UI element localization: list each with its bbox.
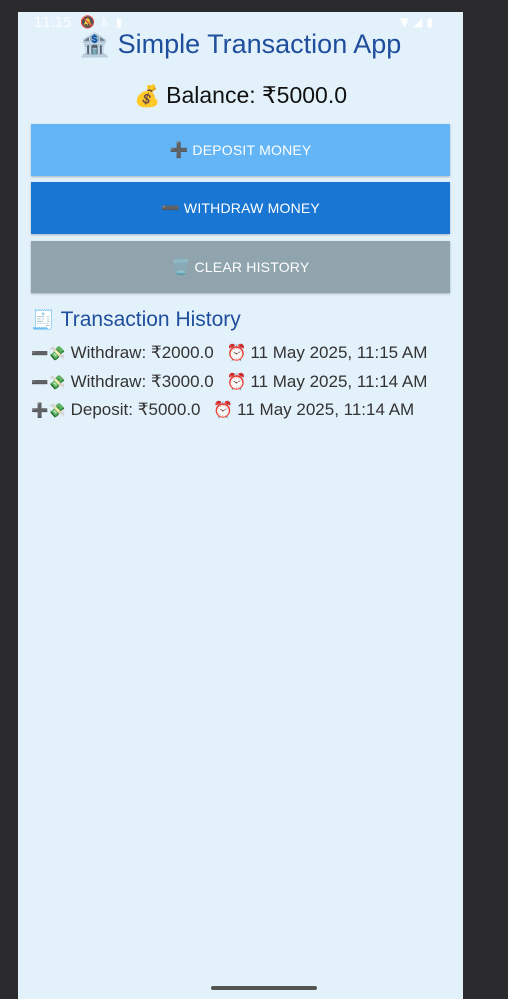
alarm-clock-icon: ⏰ [226,373,247,391]
wifi-icon: ▼ [399,15,410,29]
transaction-history-list: ➖💸 Withdraw: ₹2000.0 ⏰ 11 May 2025, 11:15… [31,342,463,428]
history-title: 🧾 Transaction History [31,308,241,332]
withdraw-button-label: WITHDRAW MONEY [183,200,320,216]
sd-card-icon: ▮ [115,15,123,29]
plus-icon: ➕ [169,142,189,159]
minus-icon: ➖ [161,200,180,217]
transaction-time: 11 May 2025, 11:14 AM [237,400,415,419]
history-title-text: Transaction History [60,308,241,331]
alarm-clock-icon: ⏰ [226,345,247,362]
accessibility-icon: ♿ [99,15,111,29]
do-not-disturb-icon: 🔕 [80,15,95,29]
battery-icon: ▮ [426,15,433,29]
list-item: ➖💸 Withdraw: ₹3000.0 ⏰ 11 May 2025, 11:14… [31,371,463,400]
app-title: 🏦 Simple Transaction App [18,29,463,60]
clear-history-button[interactable]: 🗑️ CLEAR HISTORY [31,241,450,293]
balance-text: Balance: ₹5000.0 [166,82,348,108]
money-bag-icon: 💰 [133,85,161,108]
deposit-button-label: DEPOSIT MONEY [192,142,312,158]
withdraw-money-button[interactable]: ➖ WITHDRAW MONEY [31,182,450,234]
clear-button-label: CLEAR HISTORY [194,259,310,275]
transaction-text: Deposit: ₹5000.0 [70,400,201,419]
device-frame-right [463,0,508,999]
receipt-icon: 🧾 [31,310,55,331]
transaction-text: Withdraw: ₹3000.0 [70,371,214,391]
deposit-money-button[interactable]: ➕ DEPOSIT MONEY [31,124,450,176]
app-title-text: Simple Transaction App [117,29,402,59]
list-item: ➕💸 Deposit: ₹5000.0 ⏰ 11 May 2025, 11:14 … [31,399,463,428]
alarm-clock-icon: ⏰ [213,402,234,419]
trash-icon: 🗑️ [171,259,191,276]
phone-screen: 11:15 🔕 ♿ ▮ ▼ ◢ ▮ 🏦 Simple Transaction Ap… [18,12,463,999]
bank-icon: 🏦 [79,32,110,59]
transaction-text: Withdraw: ₹2000.0 [70,343,214,362]
withdraw-money-icon: ➖💸 [31,373,66,390]
deposit-money-icon: ➕💸 [31,402,66,418]
status-left-icons: 🔕 ♿ ▮ [80,15,122,29]
withdraw-money-icon: ➖💸 [31,345,66,361]
gesture-nav-handle[interactable] [211,986,317,990]
list-item: ➖💸 Withdraw: ₹2000.0 ⏰ 11 May 2025, 11:15… [31,342,463,371]
transaction-time: 11 May 2025, 11:14 AM [250,371,428,391]
status-right-icons: ▼ ◢ ▮ [400,15,433,29]
transaction-time: 11 May 2025, 11:15 AM [250,343,428,362]
cell-signal-icon: ◢ [413,15,423,29]
balance-display: 💰 Balance: ₹5000.0 [18,82,463,109]
